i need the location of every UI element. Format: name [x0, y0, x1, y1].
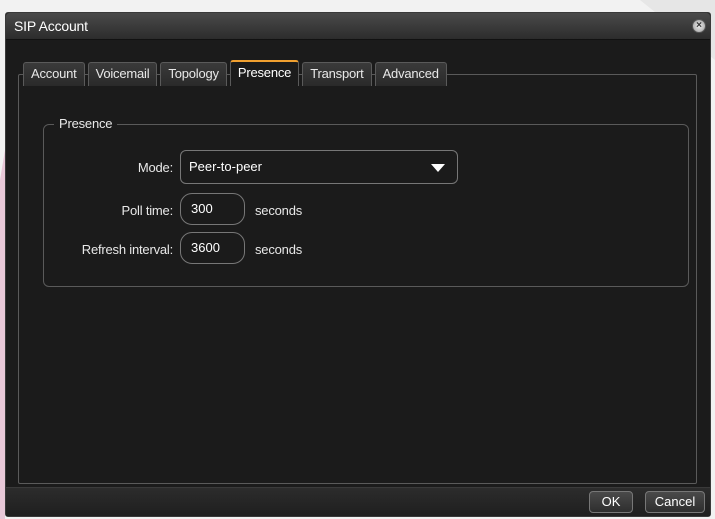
dialog-footer: OK Cancel	[6, 487, 710, 516]
cancel-button[interactable]: Cancel	[645, 491, 705, 513]
refresh-interval-unit: seconds	[255, 242, 303, 257]
poll-time-value: 300	[191, 201, 213, 216]
ok-button[interactable]: OK	[589, 491, 633, 513]
poll-time-input[interactable]: 300	[180, 193, 245, 225]
tab-advanced[interactable]: Advanced	[374, 62, 447, 86]
mode-label: Mode:	[137, 160, 173, 175]
groupbox-title: Presence	[54, 116, 118, 131]
tab-panel: Presence Mode: Peer-to-peer Poll time: 3…	[18, 74, 697, 484]
tab-topology[interactable]: Topology	[160, 62, 227, 86]
refresh-interval-input[interactable]: 3600	[180, 232, 245, 264]
mode-select[interactable]: Peer-to-peer	[180, 150, 458, 184]
close-icon[interactable]: ×	[692, 19, 706, 33]
mode-value: Peer-to-peer	[189, 159, 262, 174]
tab-account[interactable]: Account	[23, 62, 85, 86]
refresh-interval-value: 3600	[191, 240, 220, 255]
tab-presence[interactable]: Presence	[229, 60, 300, 86]
tab-bar: Account Voicemail Topology Presence Tran…	[23, 60, 447, 86]
refresh-interval-label: Refresh interval:	[81, 242, 173, 257]
poll-time-label: Poll time:	[121, 203, 174, 218]
window-title: SIP Account	[14, 18, 88, 34]
tab-transport[interactable]: Transport	[302, 62, 372, 86]
title-bar[interactable]: SIP Account ×	[6, 13, 710, 40]
tab-voicemail[interactable]: Voicemail	[87, 62, 158, 86]
sip-account-dialog: SIP Account × Presence Mode: Peer-to-pee…	[5, 12, 711, 517]
poll-time-unit: seconds	[255, 203, 303, 218]
chevron-down-icon	[431, 164, 445, 172]
